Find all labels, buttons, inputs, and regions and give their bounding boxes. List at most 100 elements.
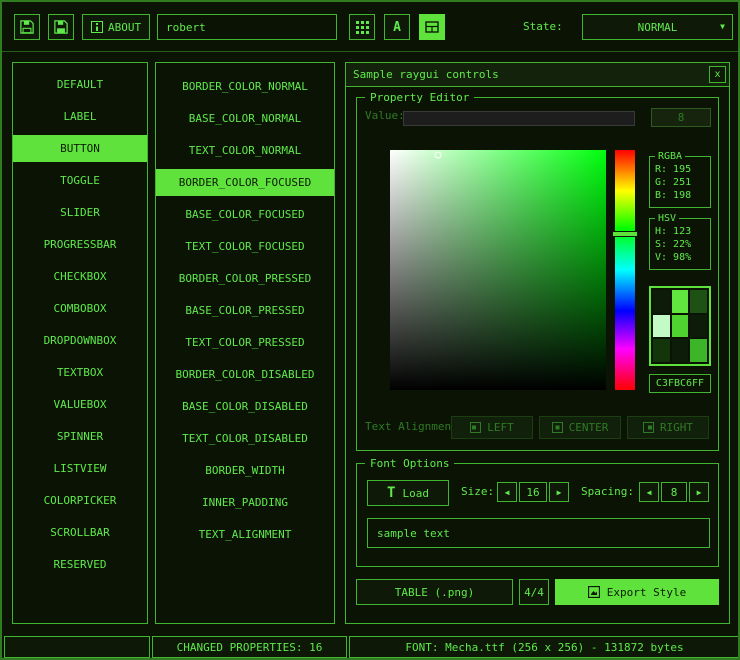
font-size-label: Size: [461,485,494,498]
property-item-border-color-pressed[interactable]: BORDER_COLOR_PRESSED [156,265,334,292]
font-size-value-box[interactable]: 16 [519,482,547,502]
window-close-button[interactable]: x [709,66,726,83]
palette-cell-2[interactable] [690,290,707,313]
left-arrow-icon: ◀ [647,488,652,497]
hsv-hue-value: H: 123 [650,225,710,238]
hue-bar-handle[interactable] [612,231,638,237]
control-item-valuebox[interactable]: VALUEBOX [13,391,147,418]
palette-cell-7[interactable] [672,339,689,362]
property-item-base-color-pressed[interactable]: BASE_COLOR_PRESSED [156,297,334,324]
align-right-button[interactable]: RIGHT [627,416,709,439]
property-item-text-color-disabled[interactable]: TEXT_COLOR_DISABLED [156,425,334,452]
value-slider[interactable] [403,111,635,126]
control-item-slider[interactable]: SLIDER [13,199,147,226]
about-button[interactable]: ABOUT [82,14,150,40]
color-picker-panel[interactable] [390,150,606,390]
property-item-base-color-focused[interactable]: BASE_COLOR_FOCUSED [156,201,334,228]
hex-color-value-box[interactable]: C3FBC6FF [649,374,711,393]
statusbar-left [4,636,150,658]
close-icon: x [714,63,720,86]
hsv-value-value: V: 98% [650,251,710,264]
rgba-red-value: R: 195 [650,163,710,176]
control-item-toggle[interactable]: TOGGLE [13,167,147,194]
palette-cell-5[interactable] [690,315,707,338]
property-item-inner-padding[interactable]: INNER_PADDING [156,489,334,516]
export-style-button[interactable]: Export Style [555,579,719,605]
toolbar: ABOUT A State: NORMAL ▼ [2,2,738,52]
property-item-text-color-normal[interactable]: TEXT_COLOR_NORMAL [156,137,334,164]
palette-cell-6[interactable] [653,339,670,362]
rgba-green-value: G: 251 [650,176,710,189]
style-table-view-button[interactable] [419,14,445,40]
property-item-border-color-normal[interactable]: BORDER_COLOR_NORMAL [156,73,334,100]
font-button[interactable]: A [384,14,410,40]
table-view-icon [425,20,439,34]
font-spacing-increase-button[interactable]: ▶ [689,482,709,502]
font-spacing-value: 8 [671,486,678,499]
export-icon [588,586,600,598]
align-center-button[interactable]: CENTER [539,416,621,439]
controls-list-panel: DEFAULT LABEL BUTTON TOGGLE SLIDER PROGR… [12,62,148,624]
property-item-base-color-disabled[interactable]: BASE_COLOR_DISABLED [156,393,334,420]
property-item-border-color-disabled[interactable]: BORDER_COLOR_DISABLED [156,361,334,388]
palette-cell-1[interactable] [672,290,689,313]
style-name-input[interactable] [157,14,337,40]
property-item-border-color-focused[interactable]: BORDER_COLOR_FOCUSED [156,169,334,196]
style-grid-button[interactable] [349,14,375,40]
window-titlebar[interactable]: Sample raygui controls x [346,63,729,87]
font-spacing-value-box[interactable]: 8 [661,482,687,502]
hue-bar[interactable] [615,150,635,390]
hsv-group-label: HSV [655,212,679,225]
value-box[interactable]: 8 [651,108,711,127]
font-size-decrease-button[interactable]: ◀ [497,482,517,502]
control-item-colorpicker[interactable]: COLORPICKER [13,487,147,514]
style-color-palette [649,286,711,366]
export-format-dropdown[interactable]: TABLE (.png) [356,579,513,605]
sample-controls-window: Sample raygui controls x Property Editor… [345,62,730,624]
control-item-dropdownbox[interactable]: DROPDOWNBOX [13,327,147,354]
new-file-button[interactable] [14,14,40,40]
control-item-spinner[interactable]: SPINNER [13,423,147,450]
control-item-reserved[interactable]: RESERVED [13,551,147,578]
palette-cell-3[interactable] [653,315,670,338]
property-item-base-color-normal[interactable]: BASE_COLOR_NORMAL [156,105,334,132]
property-item-text-color-pressed[interactable]: TEXT_COLOR_PRESSED [156,329,334,356]
control-item-label[interactable]: LABEL [13,103,147,130]
control-item-progressbar[interactable]: PROGRESSBAR [13,231,147,258]
property-editor-group-label: Property Editor [365,90,474,105]
statusbar-font-info: FONT: Mecha.ttf (256 x 256) - 131872 byt… [349,636,740,658]
hsv-group: HSV H: 123 S: 22% V: 98% [649,218,711,270]
property-item-border-width[interactable]: BORDER_WIDTH [156,457,334,484]
palette-cell-8[interactable] [690,339,707,362]
align-center-label: CENTER [569,421,609,434]
export-style-label: Export Style [607,586,686,599]
control-item-button[interactable]: BUTTON [13,135,147,162]
state-dropdown[interactable]: NORMAL ▼ [582,14,733,40]
control-item-checkbox[interactable]: CHECKBOX [13,263,147,290]
control-item-scrollbar[interactable]: SCROLLBAR [13,519,147,546]
control-item-default[interactable]: DEFAULT [13,71,147,98]
align-center-icon [552,422,563,433]
export-pages-box[interactable]: 4/4 [519,579,549,605]
changed-properties-text: CHANGED PROPERTIES: 16 [177,641,323,654]
palette-cell-0[interactable] [653,290,670,313]
align-left-button[interactable]: LEFT [451,416,533,439]
color-picker-cursor[interactable] [434,151,441,158]
font-size-increase-button[interactable]: ▶ [549,482,569,502]
rgba-group: RGBA R: 195 G: 251 B: 198 [649,156,711,208]
control-item-combobox[interactable]: COMBOBOX [13,295,147,322]
font-load-button[interactable]: T Load [367,480,449,506]
control-item-textbox[interactable]: TEXTBOX [13,359,147,386]
font-options-group: Font Options T Load Size: ◀ 16 ▶ Spacing… [356,463,719,567]
value-box-text: 8 [678,111,685,124]
properties-list-panel: BORDER_COLOR_NORMAL BASE_COLOR_NORMAL TE… [155,62,335,624]
state-dropdown-value: NORMAL [638,21,678,34]
control-item-listview[interactable]: LISTVIEW [13,455,147,482]
font-spacing-decrease-button[interactable]: ◀ [639,482,659,502]
save-style-button[interactable] [48,14,74,40]
property-item-text-color-focused[interactable]: TEXT_COLOR_FOCUSED [156,233,334,260]
property-item-text-alignment[interactable]: TEXT_ALIGNMENT [156,521,334,548]
rguistyler-window: ABOUT A State: NORMAL ▼ DEFAULT LABEL BU… [0,0,740,660]
sample-text-input[interactable] [367,518,710,548]
palette-cell-4[interactable] [672,315,689,338]
